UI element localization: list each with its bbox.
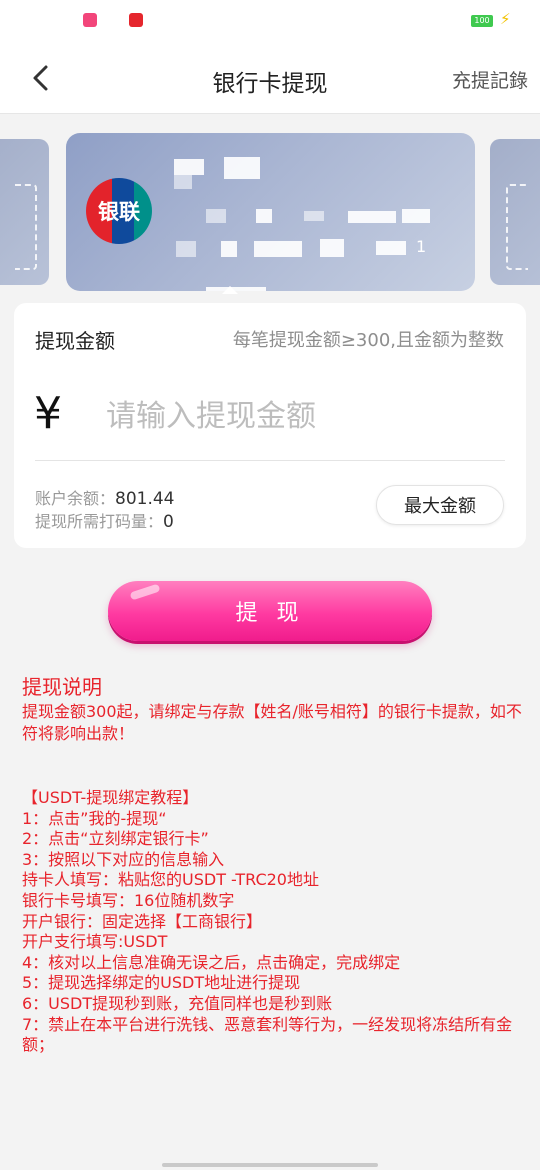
tutorial-line: 7：禁止在本平台进行洗钱、恶意套利等行为，一经发现将冻结所有金额；: [22, 1014, 513, 1055]
tutorial-line: 1：点击”我的-提现“: [22, 808, 167, 828]
masked-card-info: [206, 209, 226, 223]
status-bar: 100 ⚡: [0, 0, 540, 42]
svg-text:银联: 银联: [98, 200, 140, 224]
instructions-body: 提现金额300起，请绑定与存款【姓名/账号相符】的银行卡提款，如不符将影响出款！: [22, 702, 522, 743]
balance-value: 801.44: [115, 489, 175, 509]
home-indicator[interactable]: [162, 1163, 378, 1167]
tutorial-line: 3：按照以下对应的信息输入: [22, 849, 225, 869]
withdraw-amount-panel: 提现金额 每笔提现金额≥300,且金额为整数 ¥ 账户余额：801.44 提现所…: [14, 303, 526, 548]
masked-card-info: [348, 211, 396, 223]
tutorial-line: 【USDT-提现绑定教程】: [22, 788, 199, 807]
amount-input[interactable]: [106, 391, 496, 441]
card-next[interactable]: [490, 139, 540, 285]
battery-icon: 100: [471, 15, 493, 27]
wager-label: 提现所需打码量：: [35, 512, 164, 531]
tutorial-line: 银行卡号填写：16位随机数字: [22, 890, 235, 910]
masked-card-info: [256, 209, 272, 223]
add-card-placeholder: [15, 184, 37, 270]
withdraw-instructions: 提现说明 提现金额300起，请绑定与存款【姓名/账号相符】的银行卡提款，如不符将…: [22, 673, 522, 1056]
masked-card-info: [221, 241, 237, 257]
tutorial-line: 持卡人填写：粘贴您的USDT -TRC20地址: [22, 870, 319, 890]
masked-card-info: [376, 241, 406, 255]
bank-card[interactable]: 银联 1: [66, 133, 475, 291]
masked-card-info: [254, 241, 302, 257]
tutorial-line: 开户银行：固定选择【工商银行】: [22, 911, 263, 931]
card-indicator: [222, 286, 238, 294]
masked-card-info: [304, 211, 324, 221]
usdt-tutorial: 【USDT-提现绑定教程】 1：点击”我的-提现“ 2：点击“立刻绑定银行卡” …: [22, 788, 522, 1056]
max-amount-button[interactable]: 最大金额: [376, 485, 504, 525]
tutorial-line: 5：提现选择绑定的USDT地址进行提现: [22, 973, 301, 993]
masked-card-info: [224, 157, 260, 179]
wager-value: 0: [163, 512, 174, 532]
records-link[interactable]: 充提記錄: [452, 66, 528, 93]
balance-row: 账户余额：801.44: [35, 485, 175, 509]
instructions-title: 提现说明: [22, 675, 102, 699]
unionpay-logo: 银联: [86, 178, 152, 244]
add-card-placeholder: [506, 184, 528, 270]
amount-label: 提现金额: [35, 329, 115, 353]
divider: [35, 460, 505, 461]
pink-app-icon: [83, 13, 97, 27]
balance-label: 账户余额：: [35, 489, 116, 508]
header: 银行卡提现 充提記錄: [0, 42, 540, 114]
masked-card-info: [320, 239, 344, 257]
currency-symbol: ¥: [34, 388, 62, 439]
tutorial-line: 2：点击“立刻绑定银行卡”: [22, 829, 209, 849]
wager-row: 提现所需打码量：0: [35, 508, 174, 532]
masked-card-info: [174, 159, 204, 175]
tutorial-line: 6：USDT提现秒到账，充值同样也是秒到账: [22, 993, 333, 1013]
tutorial-line: 4：核对以上信息准确无误之后，点击确定，完成绑定: [22, 952, 401, 972]
masked-card-info: [176, 241, 196, 257]
card-prev[interactable]: [0, 139, 49, 285]
tutorial-line: 开户支行填写:USDT: [22, 932, 168, 952]
red-app-icon: [129, 13, 143, 27]
masked-card-info: [402, 209, 430, 223]
charging-icon: ⚡: [500, 10, 511, 28]
amount-rule-hint: 每笔提现金额≥300,且金额为整数: [232, 330, 504, 351]
masked-card-info: [174, 175, 192, 189]
card-number-suffix: 1: [416, 237, 427, 256]
